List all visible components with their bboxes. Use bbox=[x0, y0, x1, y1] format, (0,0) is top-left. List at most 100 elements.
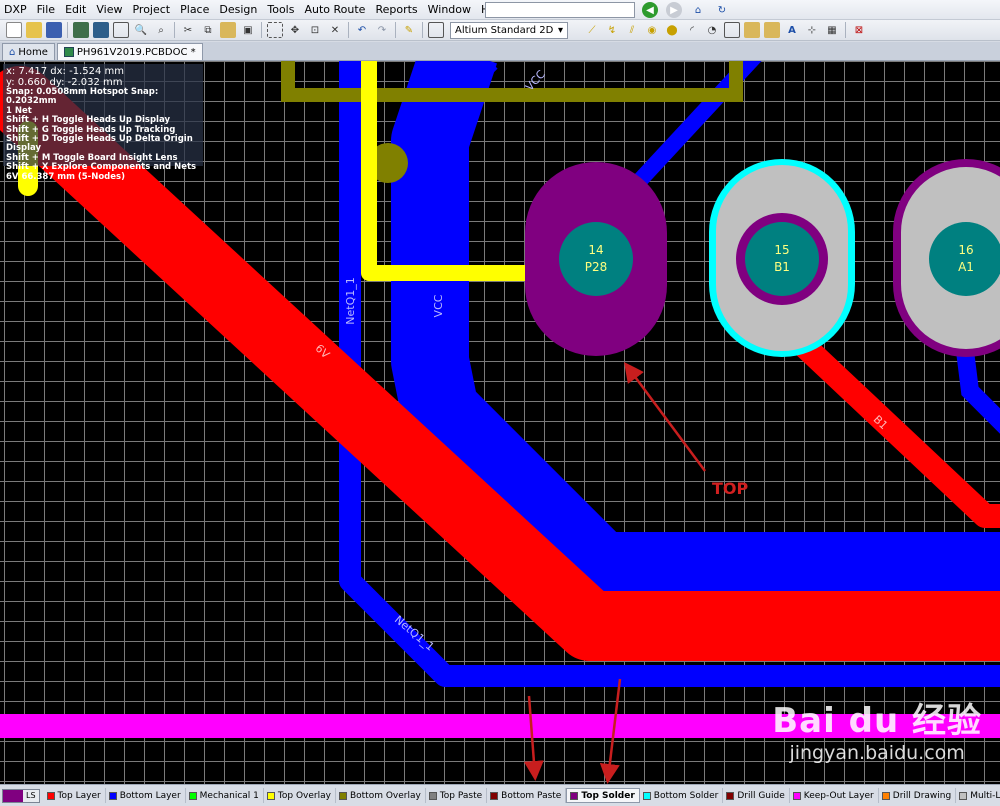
interactive-route-icon[interactable]: ↯ bbox=[604, 22, 620, 38]
new-file-icon[interactable] bbox=[6, 22, 22, 38]
layer-tab-keep-out-layer[interactable]: Keep-Out Layer bbox=[790, 788, 879, 803]
pcb-canvas[interactable]: 14 P28 15 B1 16 A1 VCC VCC NetQ1_1 NetQ1… bbox=[0, 61, 1000, 784]
layer-color-swatch bbox=[46, 791, 55, 800]
menu-view[interactable]: View bbox=[91, 0, 127, 20]
layer-tab-drill-drawing[interactable]: Drill Drawing bbox=[879, 788, 957, 803]
redo-icon[interactable]: ↷ bbox=[374, 22, 390, 38]
menu-edit[interactable]: Edit bbox=[60, 0, 91, 20]
menu-design[interactable]: Design bbox=[214, 0, 262, 20]
layer-tab-drill-guide[interactable]: Drill Guide bbox=[723, 788, 790, 803]
layer-stack-icon[interactable] bbox=[73, 22, 89, 38]
layer-tab-label: Drill Drawing bbox=[892, 790, 952, 801]
pad-15-center[interactable] bbox=[745, 222, 819, 296]
back-icon[interactable]: ◀ bbox=[642, 2, 658, 18]
toolbar-separator bbox=[261, 22, 262, 38]
pad-15-number: 15 bbox=[774, 243, 789, 257]
layer-tab-label: Top Paste bbox=[439, 790, 483, 801]
headsup-shortcut: Shift + D Toggle Heads Up Delta Origin D… bbox=[6, 134, 193, 154]
component-icon[interactable] bbox=[764, 22, 780, 38]
layer-color-swatch bbox=[490, 791, 499, 800]
copy-icon[interactable]: ⧉ bbox=[200, 22, 216, 38]
pad-14-center[interactable] bbox=[559, 222, 633, 296]
layer-set-button[interactable]: LS bbox=[2, 788, 40, 803]
cut-icon[interactable]: ✂ bbox=[180, 22, 196, 38]
altium-designer-window: DXP File Edit View Project Place Design … bbox=[0, 0, 1000, 806]
save-icon[interactable] bbox=[46, 22, 62, 38]
rubber-stamp-icon[interactable]: ▣ bbox=[240, 22, 256, 38]
via-icon[interactable]: ⬤ bbox=[664, 22, 680, 38]
layer-tab-bottom-layer[interactable]: Bottom Layer bbox=[106, 788, 186, 803]
polygon-icon[interactable] bbox=[744, 22, 760, 38]
layer-tabs-bar: LS Top Layer Bottom Layer Mechanical 1 Top … bbox=[0, 784, 1000, 806]
pad-icon[interactable]: ◉ bbox=[644, 22, 660, 38]
undo-icon[interactable]: ↶ bbox=[354, 22, 370, 38]
current-layer-swatch bbox=[3, 789, 23, 802]
array-paste-icon[interactable]: ▦ bbox=[824, 22, 840, 38]
layer-color-swatch bbox=[188, 791, 197, 800]
layer-tab-multi-layer[interactable]: Multi-Layer bbox=[956, 788, 1000, 803]
zoom-selected-icon[interactable]: ⌕ bbox=[153, 22, 169, 38]
menu-place[interactable]: Place bbox=[175, 0, 214, 20]
clear-filter-icon[interactable]: ✕ bbox=[327, 22, 343, 38]
layer-color-swatch bbox=[792, 791, 801, 800]
view-config-icon[interactable] bbox=[428, 22, 444, 38]
zoom-area-icon[interactable]: 🔍 bbox=[133, 22, 149, 38]
open-folder-icon[interactable] bbox=[26, 22, 42, 38]
tab-pcbdoc[interactable]: PH961V2019.PCBDOC * bbox=[56, 43, 203, 60]
pad-16-center[interactable] bbox=[929, 222, 1000, 296]
layer-color-swatch bbox=[570, 791, 579, 800]
menu-auto-route[interactable]: Auto Route bbox=[299, 0, 370, 20]
toolbar-separator bbox=[422, 22, 423, 38]
layer-color-swatch bbox=[642, 791, 651, 800]
layer-tab-top-layer[interactable]: Top Layer bbox=[44, 788, 106, 803]
layer-tab-top-overlay[interactable]: Top Overlay bbox=[264, 788, 336, 803]
deselect-icon[interactable]: ⊡ bbox=[307, 22, 323, 38]
refresh-icon[interactable]: ↻ bbox=[714, 2, 730, 18]
layer-tab-label: Bottom Paste bbox=[501, 790, 562, 801]
paste-icon[interactable] bbox=[220, 22, 236, 38]
watermark-brand: Bai du 经验 bbox=[772, 701, 982, 741]
layer-tab-label: Drill Guide bbox=[737, 790, 785, 801]
select-area-icon[interactable] bbox=[267, 22, 283, 38]
layer-tab-bottom-solder[interactable]: Bottom Solder bbox=[640, 788, 724, 803]
toolbar-separator bbox=[67, 22, 68, 38]
heads-up-display: x: 7.417 dx: -1.524 mm y: 0.660 dy: -2.0… bbox=[3, 64, 203, 182]
navigation-input[interactable] bbox=[485, 2, 635, 18]
cross-probe-icon[interactable]: ✎ bbox=[401, 22, 417, 38]
move-icon[interactable]: ✥ bbox=[287, 22, 303, 38]
string-icon[interactable]: A bbox=[784, 22, 800, 38]
route-track-icon[interactable]: ⟋ bbox=[584, 22, 600, 38]
clear-icon[interactable]: ⊠ bbox=[851, 22, 867, 38]
layer-tab-top-paste[interactable]: Top Paste bbox=[426, 788, 488, 803]
zoom-fit-icon[interactable] bbox=[113, 22, 129, 38]
menu-reports[interactable]: Reports bbox=[370, 0, 422, 20]
tab-home[interactable]: ⌂ Home bbox=[2, 43, 55, 60]
tab-label: Home bbox=[18, 46, 48, 58]
layer-tab-label: Mechanical 1 bbox=[199, 790, 259, 801]
fill-icon[interactable]: ◔ bbox=[704, 22, 720, 38]
menu-project[interactable]: Project bbox=[127, 0, 175, 20]
layer-tab-mechanical-1[interactable]: Mechanical 1 bbox=[186, 788, 264, 803]
menu-dxp[interactable]: DXP bbox=[0, 0, 32, 20]
net-label-netq1-vertical: NetQ1_1 bbox=[344, 277, 357, 324]
headsup-x: x: 7.417 dx: -1.524 mm bbox=[6, 66, 124, 77]
forward-icon[interactable]: ▶ bbox=[666, 2, 682, 18]
toolbar-separator bbox=[348, 22, 349, 38]
menu-tools[interactable]: Tools bbox=[262, 0, 299, 20]
region-icon[interactable] bbox=[724, 22, 740, 38]
coordinate-icon[interactable]: ⊹ bbox=[804, 22, 820, 38]
menu-file[interactable]: File bbox=[32, 0, 60, 20]
headsup-snap: Snap: 0.0508mm Hotspot Snap: 0.2032mm bbox=[6, 87, 159, 107]
board-3d-icon[interactable] bbox=[93, 22, 109, 38]
menu-window[interactable]: Window bbox=[423, 0, 476, 20]
diff-pair-icon[interactable]: ⫽ bbox=[624, 22, 640, 38]
view-configuration-select[interactable]: Altium Standard 2D ▾ bbox=[450, 21, 568, 39]
arc-icon[interactable]: ◜ bbox=[684, 22, 700, 38]
layer-tab-bottom-overlay[interactable]: Bottom Overlay bbox=[336, 788, 426, 803]
bottom-track-a1[interactable] bbox=[956, 349, 1000, 434]
tab-label: PH961V2019.PCBDOC * bbox=[76, 46, 196, 58]
layer-tab-label: Bottom Layer bbox=[119, 790, 181, 801]
layer-tab-top-solder[interactable]: Top Solder bbox=[566, 788, 640, 803]
home-icon[interactable]: ⌂ bbox=[690, 2, 706, 18]
layer-tab-bottom-paste[interactable]: Bottom Paste bbox=[487, 788, 567, 803]
